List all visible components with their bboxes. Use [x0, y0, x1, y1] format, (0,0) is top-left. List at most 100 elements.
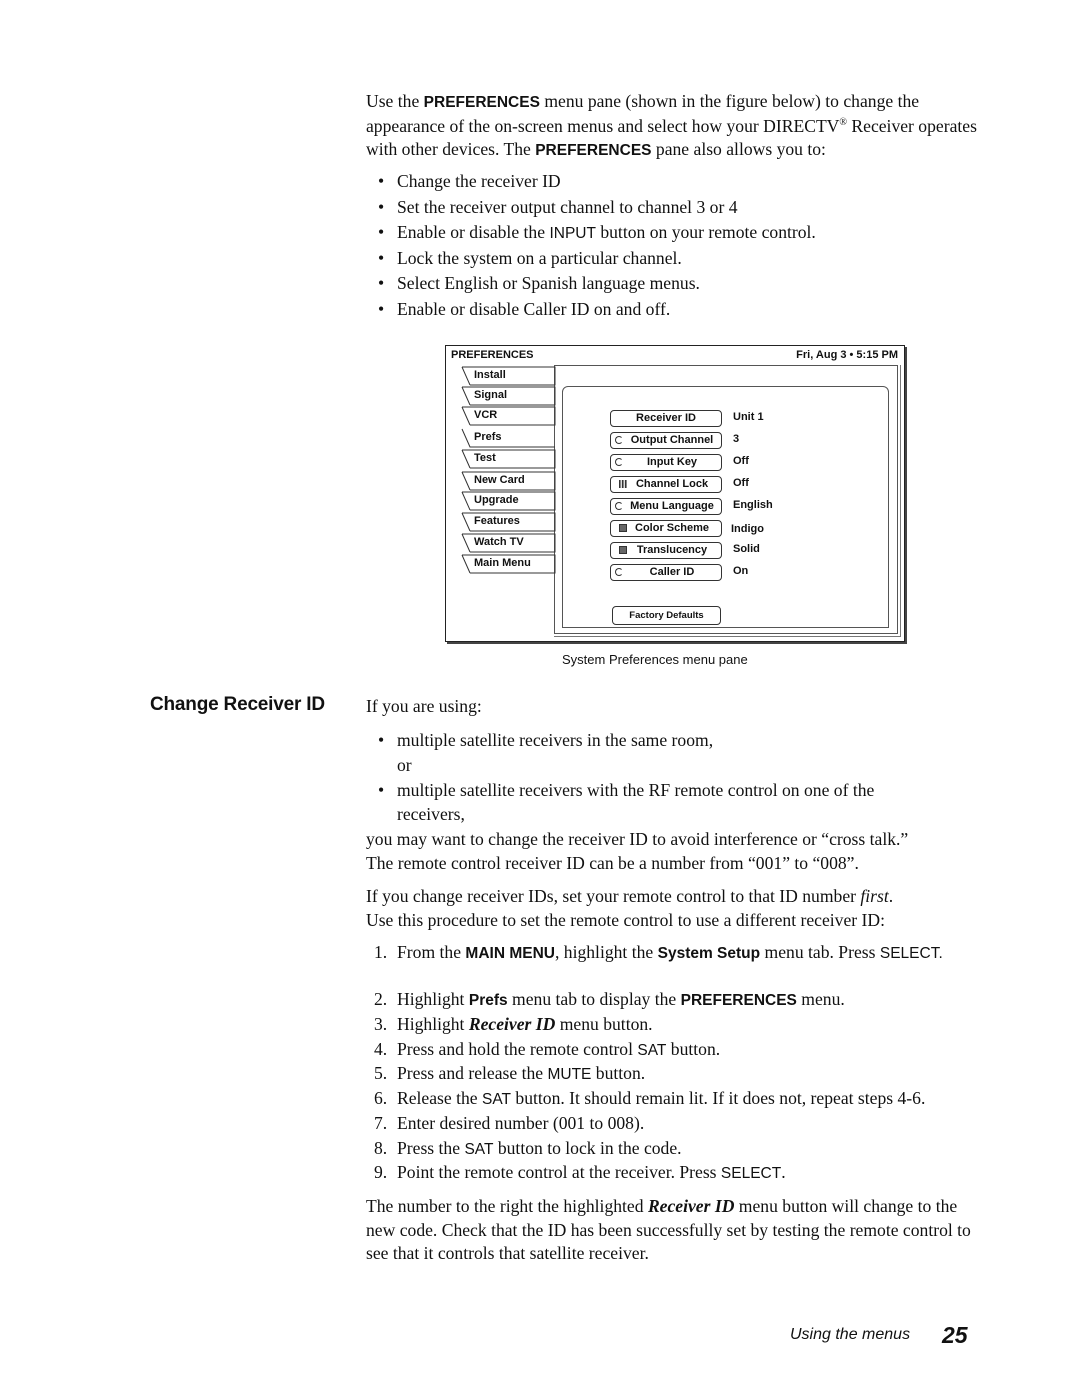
text: Lock the system on a particular channel.	[397, 247, 682, 268]
paragraph: you may want to change the receiver ID t…	[366, 828, 986, 875]
preferences-keyword: PREFERENCES	[535, 142, 652, 159]
menu-button-color-scheme[interactable]: Color Scheme	[610, 520, 722, 537]
figure-caption: System Preferences menu pane	[562, 652, 748, 667]
bullet-icon: •	[378, 222, 385, 242]
menu-button-output-channel[interactable]: Output Channel	[610, 432, 722, 449]
tab-features[interactable]: Features	[460, 512, 556, 532]
text-line: you may want to change the receiver ID t…	[366, 829, 909, 849]
text: menu button.	[555, 1014, 653, 1034]
paragraph: If you change receiver IDs, set your rem…	[366, 885, 986, 932]
bullet-icon: •	[378, 247, 385, 268]
keyword: System Setup	[657, 945, 761, 962]
intro-paragraph: Use the PREFERENCES menu pane (shown in …	[366, 90, 986, 163]
menu-button-channel-lock[interactable]: Channel Lock	[610, 476, 722, 493]
menu-value: Unit 1	[733, 411, 764, 423]
or-text: or	[397, 755, 412, 775]
step-text: Press and hold the remote control SAT bu…	[397, 1038, 987, 1063]
date-time: Fri, Aug 3 • 5:15 PM	[796, 349, 898, 361]
factory-defaults-button[interactable]: Factory Defaults	[612, 606, 721, 625]
cycle-icon	[615, 568, 623, 576]
keyword: INPUT	[549, 225, 596, 242]
menu-button-label: Output Channel	[630, 434, 714, 446]
text: From the	[397, 942, 466, 962]
menu-button-caller-id[interactable]: Caller ID	[610, 564, 722, 581]
tab-main-menu[interactable]: Main Menu	[460, 554, 556, 574]
tab-install[interactable]: Install	[460, 366, 556, 386]
step-number: 8.	[374, 1138, 388, 1158]
tab-label: Main Menu	[474, 557, 531, 569]
step-number: 5.	[374, 1063, 388, 1083]
menu-title: PREFERENCES	[451, 349, 534, 361]
tab-label: Watch TV	[474, 536, 524, 548]
section-heading: Change Receiver ID	[150, 694, 325, 715]
cycle-icon	[615, 458, 623, 466]
step-text: Release the SAT button. It should remain…	[397, 1087, 987, 1112]
bullet-text: Set the receiver output channel to chann…	[397, 196, 738, 221]
keyword: SAT	[637, 1042, 667, 1059]
tab-watch-tv[interactable]: Watch TV	[460, 533, 556, 553]
menu-button-label: Menu Language	[630, 500, 714, 512]
preferences-menu-figure: PREFERENCES Fri, Aug 3 • 5:15 PM Install…	[445, 345, 905, 642]
step-text: Highlight Receiver ID menu button.	[397, 1013, 987, 1037]
bullet-icon: •	[378, 171, 385, 191]
section-lead: If you are using:	[366, 696, 482, 716]
bullet-text: Change the receiver ID	[397, 170, 561, 195]
text: , highlight the	[554, 942, 658, 962]
keyword: Receiver ID	[468, 1014, 556, 1034]
text: .	[888, 886, 894, 906]
step-number: 1.	[374, 942, 388, 962]
text: Press the	[397, 1138, 465, 1158]
keyword: PREFERENCES	[680, 992, 797, 1009]
emphasis: first	[860, 886, 889, 906]
menu-value: On	[733, 565, 749, 577]
tab-vcr[interactable]: VCR	[460, 406, 556, 426]
tab-test[interactable]: Test	[460, 449, 556, 469]
footer-section-label: Using the menus	[790, 1326, 911, 1343]
bullet-text: multiple satellite receivers in the same…	[397, 730, 714, 750]
text: If you change receiver IDs, set your rem…	[366, 886, 861, 906]
keyword: SAT	[464, 1141, 494, 1158]
keyword: Prefs	[468, 992, 508, 1009]
text: button on your remote control.	[595, 222, 816, 242]
text: Release the	[397, 1088, 482, 1108]
tab-label: Upgrade	[474, 494, 519, 506]
menu-button-receiver-id[interactable]: Receiver ID	[610, 410, 722, 427]
step-text: Enter desired number (001 to 008).	[397, 1112, 987, 1136]
tab-new-card[interactable]: New Card	[460, 471, 556, 491]
intro-text: pane also allows you to:	[651, 139, 826, 159]
text: .	[781, 1162, 786, 1182]
step-text: From the MAIN MENU, highlight the System…	[397, 941, 987, 966]
menu-value: English	[733, 499, 773, 511]
keyword: SAT	[482, 1091, 511, 1108]
text: Press and hold the remote control	[397, 1039, 638, 1059]
text: Change the receiver ID	[397, 171, 561, 191]
tab-prefs[interactable]: Prefs	[460, 428, 555, 448]
tab-label: Install	[474, 369, 506, 381]
menu-button-menu-language[interactable]: Menu Language	[610, 498, 722, 515]
menu-button-label: Color Scheme	[635, 522, 709, 534]
tab-label: Test	[474, 452, 496, 464]
step-number: 7.	[374, 1113, 388, 1133]
menu-button-input-key[interactable]: Input Key	[610, 454, 722, 471]
step-number: 4.	[374, 1039, 388, 1059]
registered-mark: ®	[839, 116, 847, 128]
tab-label: VCR	[474, 409, 498, 421]
step-text: Point the remote control at the receiver…	[397, 1161, 987, 1186]
text: menu tab. Press	[760, 942, 880, 962]
menu-button-translucency[interactable]: Translucency	[610, 542, 722, 559]
text: Highlight	[397, 989, 469, 1009]
menu-button-label: Receiver ID	[636, 412, 696, 424]
text-line: Use this procedure to set the remote con…	[366, 909, 885, 930]
menu-value: 3	[733, 433, 740, 445]
tab-label: Signal	[474, 389, 508, 401]
bullet-text: Lock the system on a particular channel.	[397, 247, 682, 272]
closing-paragraph: The number to the right the highlighted …	[366, 1195, 986, 1266]
text: Set the receiver output channel to chann…	[397, 196, 738, 217]
text: Highlight	[397, 1014, 469, 1034]
tab-upgrade[interactable]: Upgrade	[460, 491, 556, 511]
menu-value: Indigo	[731, 523, 764, 535]
tab-signal[interactable]: Signal	[460, 386, 556, 406]
step-text: Press and release the MUTE button.	[397, 1062, 987, 1087]
text: The number to the right the highlighted	[366, 1196, 648, 1216]
keyword: SELECT	[720, 1165, 782, 1182]
